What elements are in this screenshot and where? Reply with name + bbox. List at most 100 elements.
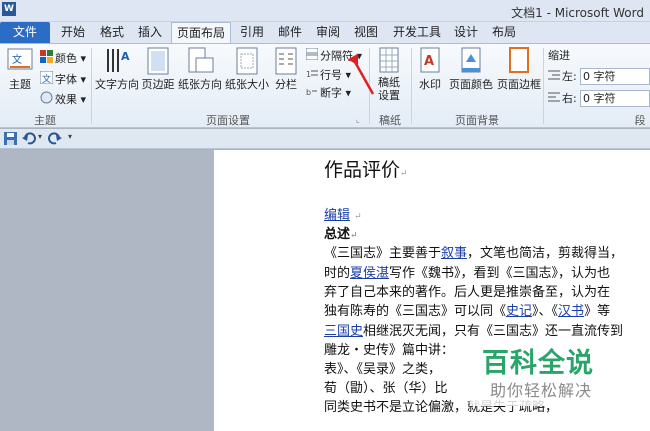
colors-label: 颜色 xyxy=(55,52,77,65)
window-title: 文档1 - Microsoft Word xyxy=(511,6,644,20)
body-line: 弃了自己本来的著作。后人更是推崇备至，认为在 xyxy=(324,285,611,300)
tab-format[interactable]: 格式 xyxy=(96,22,128,43)
svg-text:A: A xyxy=(121,50,130,63)
indent-right-icon xyxy=(548,91,560,107)
paragraph-mark: ↵ xyxy=(354,212,362,222)
page-borders-button[interactable]: 页面边框 xyxy=(496,46,542,92)
paragraph-group-label: 段 xyxy=(634,114,646,127)
redo-icon[interactable] xyxy=(48,132,62,145)
manuscript-settings-button[interactable]: 稿纸设置 xyxy=(374,46,404,102)
theme-effects-button[interactable]: 效果 ▾ xyxy=(40,91,86,107)
body-line: 独有陈寿的《三国志》可以同《史记》、《汉书》等 xyxy=(324,304,611,319)
effects-icon xyxy=(40,91,53,109)
tab-references[interactable]: 引用 xyxy=(236,22,268,43)
edit-link-line: 编辑 ↵ xyxy=(324,204,362,223)
svg-text:文: 文 xyxy=(42,73,51,84)
columns-button[interactable]: 分栏 xyxy=(272,46,300,92)
hyphenation-icon: b xyxy=(306,85,318,102)
theme-fonts-button[interactable]: 文字体 ▾ xyxy=(39,70,86,87)
tab-file[interactable]: 文件 xyxy=(0,22,50,43)
document-title[interactable]: 作品评价↵ xyxy=(324,155,408,182)
tab-review[interactable]: 审阅 xyxy=(312,22,344,43)
paper-size-button[interactable]: 纸张大小 xyxy=(224,46,270,92)
paragraph-mark: ↵ xyxy=(400,169,408,179)
indent-left-icon xyxy=(548,69,560,85)
undo-icon[interactable] xyxy=(22,132,36,145)
customize-qat-icon[interactable]: ▾ xyxy=(68,132,72,141)
link-hanshu[interactable]: 汉书 xyxy=(558,304,584,319)
quick-access-toolbar: ▾ ▾ xyxy=(0,129,650,149)
watermark-logo-text: 百科全说 xyxy=(482,348,594,379)
svg-text:b: b xyxy=(306,88,311,97)
watermark-slogan: 助你轻松解决 xyxy=(490,381,593,400)
text-direction-button[interactable]: A 文字方向 xyxy=(94,46,140,92)
tab-mailings[interactable]: 邮件 xyxy=(274,22,306,43)
columns-icon xyxy=(275,47,297,75)
watermark-icon: A xyxy=(420,47,440,73)
watermark-button[interactable]: A 水印 xyxy=(416,46,444,92)
hyphenation-label: 断字 xyxy=(320,86,342,100)
columns-label: 分栏 xyxy=(275,78,297,91)
colors-icon xyxy=(40,50,53,68)
orientation-button[interactable]: 纸张方向 xyxy=(177,46,223,92)
line-numbers-icon: 1 xyxy=(306,67,318,84)
margins-button[interactable]: 页边距 xyxy=(140,46,176,92)
edit-link[interactable]: 编辑 xyxy=(324,208,350,223)
indent-right-input[interactable]: 0 字符 xyxy=(580,90,650,107)
section-heading: 总述↵ xyxy=(324,227,358,242)
themes-icon: 文 xyxy=(7,48,33,70)
indent-heading: 缩进 xyxy=(548,49,570,62)
page-color-button[interactable]: 页面颜色 xyxy=(446,46,496,92)
link-shiji[interactable]: 史记 xyxy=(506,304,532,319)
tab-layout[interactable]: 布局 xyxy=(488,22,520,43)
theme-colors-button[interactable]: 颜色 ▾ xyxy=(40,50,86,66)
indent-right-label: 右: xyxy=(548,91,577,107)
manuscript-group-label: 稿纸 xyxy=(379,114,401,127)
svg-text:文: 文 xyxy=(12,53,22,66)
tab-insert[interactable]: 插入 xyxy=(134,22,166,43)
page-background-group-label: 页面背景 xyxy=(455,114,499,127)
orientation-icon xyxy=(188,47,214,73)
page-borders-label: 页面边框 xyxy=(497,78,541,91)
body-line: 雕龙・史传》篇中讲： xyxy=(324,343,455,358)
indent-left-label: 左: xyxy=(548,69,577,85)
link-three-kingdoms-history[interactable]: 三国史 xyxy=(324,324,363,339)
manuscript-settings-label: 稿纸设置 xyxy=(378,76,400,102)
paper-size-label: 纸张大小 xyxy=(225,78,269,91)
breaks-icon xyxy=(305,47,319,65)
orientation-label: 纸张方向 xyxy=(178,78,222,91)
text-direction-icon: A xyxy=(107,49,130,72)
page-setup-group-label: 页面设置 xyxy=(206,114,250,127)
ribbon-tabs: 文件 开始 格式 插入 页面布局 引用 邮件 审阅 视图 开发工具 设计 布局 xyxy=(0,22,650,44)
watermark-label: 水印 xyxy=(419,78,441,91)
link-narration[interactable]: 叙事 xyxy=(441,246,467,261)
tab-design[interactable]: 设计 xyxy=(450,22,482,43)
line-numbers-label: 行号 xyxy=(320,68,342,82)
themes-group-label: 主题 xyxy=(34,114,56,127)
tab-developer[interactable]: 开发工具 xyxy=(390,22,444,43)
body-line: 表》、《吴录》之类， xyxy=(324,362,442,377)
group-divider xyxy=(543,48,544,124)
themes-button[interactable]: 文 主题 xyxy=(4,48,36,92)
tab-home[interactable]: 开始 xyxy=(56,22,90,43)
link-xiahou-zhan[interactable]: 夏侯湛 xyxy=(350,266,389,281)
effects-label: 效果 xyxy=(55,93,77,106)
title-bar: W 文档1 - Microsoft Word xyxy=(0,0,650,22)
undo-dropdown-icon[interactable]: ▾ xyxy=(38,132,42,141)
page-borders-icon xyxy=(509,47,529,73)
body-line: 荀（勖）、张（华）比 xyxy=(324,381,448,396)
paragraph-mark: ↵ xyxy=(350,231,358,241)
word-app-icon[interactable]: W xyxy=(2,2,16,16)
save-icon[interactable] xyxy=(4,132,17,145)
fonts-label: 字体 xyxy=(55,73,77,86)
indent-left-input[interactable]: 0 字符 xyxy=(580,68,650,85)
tab-view[interactable]: 视图 xyxy=(350,22,382,43)
page-color-label: 页面颜色 xyxy=(449,78,493,91)
margins-label: 页边距 xyxy=(141,78,175,91)
manuscript-icon xyxy=(379,47,399,73)
page-color-icon xyxy=(461,47,481,73)
body-line: 《三国志》主要善于叙事，文笔也简洁，剪裁得当， xyxy=(324,246,624,261)
body-line: 时的夏侯湛写作《魏书》，看到《三国志》，认为也 xyxy=(324,266,611,281)
page-setup-launcher-icon[interactable]: ⌞ xyxy=(356,112,360,128)
tab-page-layout[interactable]: 页面布局 xyxy=(171,22,231,44)
